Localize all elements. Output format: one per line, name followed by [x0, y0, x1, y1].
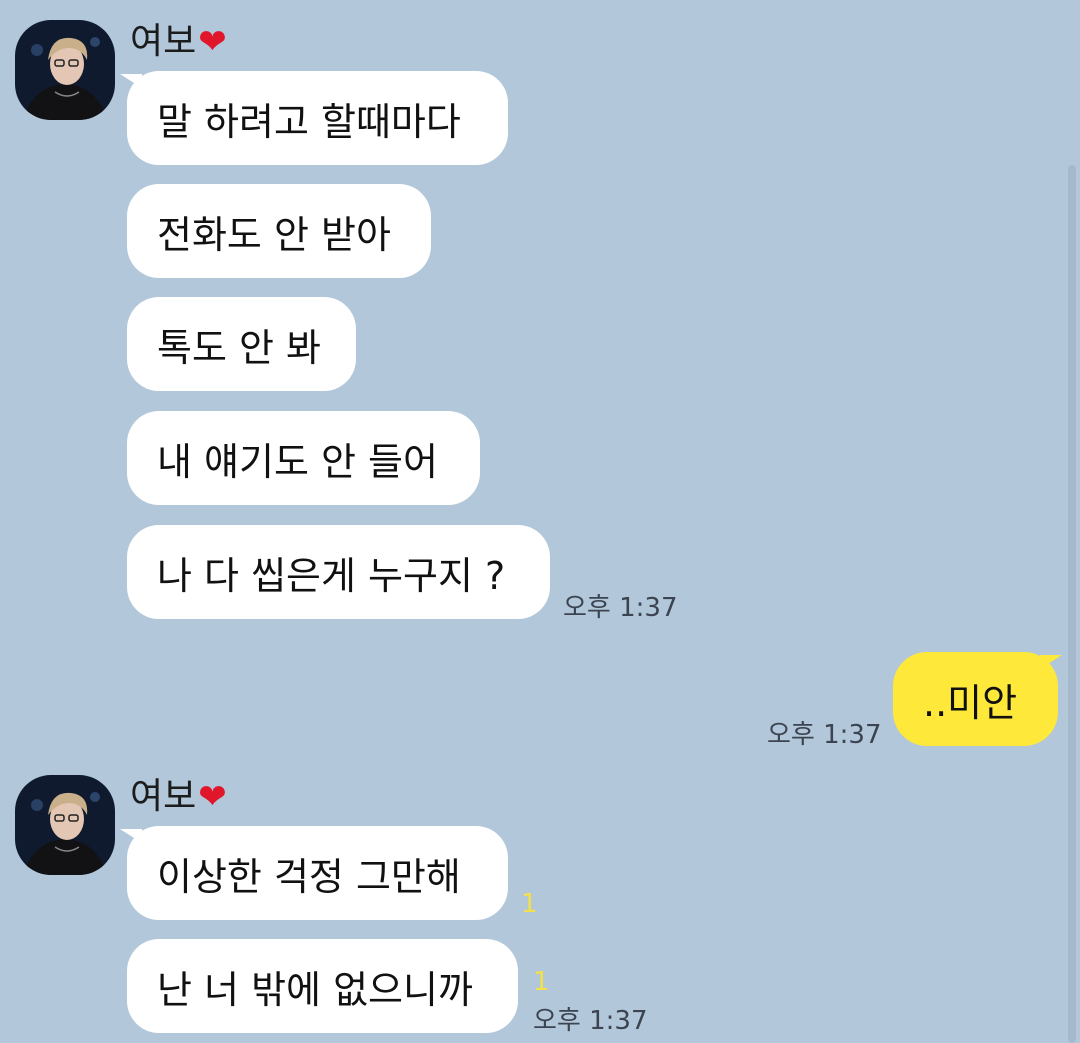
avatar[interactable]	[15, 775, 115, 875]
message-timestamp: 오후 1:37	[767, 720, 882, 750]
message-text: 내 얘기도 안 들어	[157, 439, 438, 484]
message-text: 나 다 씹은게 누구지 ?	[157, 553, 506, 598]
message-text: 이상한 걱정 그만해	[157, 854, 461, 899]
sender-name-text: 여보	[130, 776, 197, 817]
heart-icon: ❤	[198, 22, 227, 62]
message-bubble[interactable]: 난 너 밖에 없으니까	[127, 939, 518, 1033]
avatar[interactable]	[15, 20, 115, 120]
profile-photo-icon	[15, 775, 115, 875]
heart-icon: ❤	[198, 777, 227, 817]
sender-name: 여보❤	[130, 20, 227, 64]
my-message-bubble[interactable]: ..미안	[893, 652, 1058, 746]
sender-name-text: 여보	[130, 21, 197, 62]
unread-count: 1	[533, 967, 550, 997]
message-text: 톡도 안 봐	[157, 325, 321, 370]
message-timestamp: 오후 1:37	[533, 1006, 648, 1036]
message-text: 말 하려고 할때마다	[157, 99, 461, 144]
message-text: 전화도 안 받아	[157, 212, 391, 257]
message-bubble[interactable]: 나 다 씹은게 누구지 ?	[127, 525, 550, 619]
message-bubble[interactable]: 전화도 안 받아	[127, 184, 431, 278]
profile-photo-icon	[15, 20, 115, 120]
message-bubble[interactable]: 말 하려고 할때마다	[127, 71, 508, 165]
message-bubble[interactable]: 톡도 안 봐	[127, 297, 356, 391]
chat-scrollbar[interactable]	[1068, 165, 1076, 1043]
message-text: ..미안	[923, 680, 1018, 725]
sender-name: 여보❤	[130, 775, 227, 819]
message-bubble[interactable]: 내 얘기도 안 들어	[127, 411, 480, 505]
message-timestamp: 오후 1:37	[563, 593, 678, 623]
message-text: 난 너 밖에 없으니까	[157, 967, 473, 1012]
message-bubble[interactable]: 이상한 걱정 그만해	[127, 826, 508, 920]
unread-count: 1	[521, 889, 538, 919]
